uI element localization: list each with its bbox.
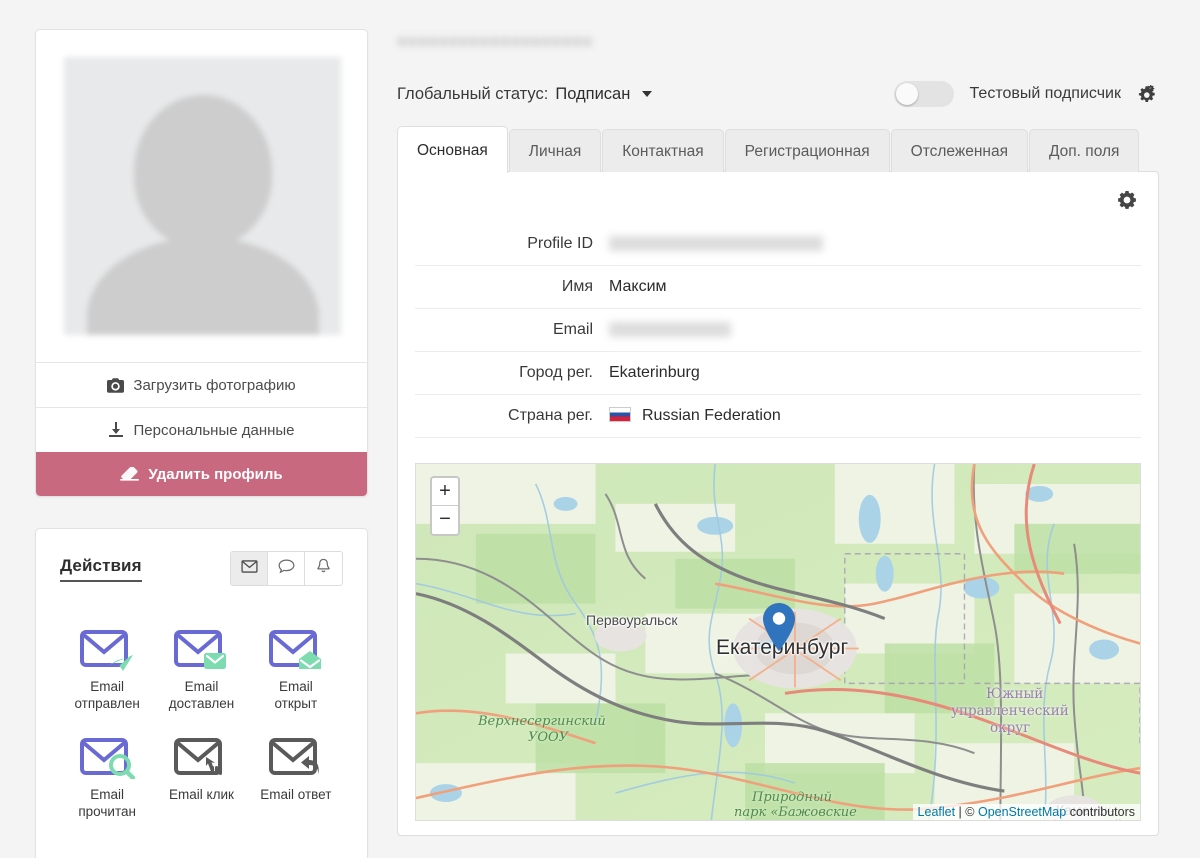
table-row: Страна рег. Russian Federation bbox=[415, 395, 1141, 438]
bell-icon bbox=[316, 558, 331, 579]
personal-data-label: Персональные данные bbox=[133, 422, 294, 439]
test-subscriber-toggle[interactable] bbox=[894, 81, 954, 107]
tab-bar: Основная Личная Контактная Регистрационн… bbox=[397, 125, 1159, 172]
field-label-name: Имя bbox=[415, 266, 601, 309]
tab-registration[interactable]: Регистрационная bbox=[725, 129, 890, 172]
field-label-country: Страна рег. bbox=[415, 395, 601, 438]
field-label-email: Email bbox=[415, 309, 601, 352]
left-sidebar: Загрузить фотографию Персональные данные bbox=[35, 29, 368, 858]
envelope-icon bbox=[241, 560, 258, 578]
personal-data-button[interactable]: Персональные данные bbox=[36, 407, 367, 452]
email-click-icon bbox=[154, 732, 248, 782]
ru-flag-icon bbox=[609, 407, 631, 422]
eraser-icon bbox=[120, 467, 139, 481]
tab-tracked[interactable]: Отслеженная bbox=[891, 129, 1028, 172]
field-value-city: Ekaterinburg bbox=[601, 352, 1141, 395]
toggle-knob bbox=[896, 83, 918, 105]
email-delivered-icon bbox=[154, 624, 248, 674]
tab-extra[interactable]: Доп. поля bbox=[1029, 129, 1139, 172]
table-row: Profile ID bbox=[415, 223, 1141, 266]
map-canvas bbox=[416, 464, 1140, 821]
action-email-reply[interactable]: Email ответ bbox=[249, 732, 343, 820]
redacted-value bbox=[609, 322, 731, 337]
channel-tab-push[interactable] bbox=[305, 552, 342, 585]
channel-tab-email[interactable] bbox=[231, 552, 268, 585]
action-email-click[interactable]: Email клик bbox=[154, 732, 248, 820]
profile-photo-card: Загрузить фотографию Персональные данные bbox=[35, 29, 368, 497]
profile-photo-placeholder bbox=[64, 57, 341, 335]
profile-fields-table: Profile ID Имя Максим Email Город ре bbox=[415, 223, 1141, 438]
leaflet-link[interactable]: Leaflet bbox=[918, 805, 956, 819]
map-zoom-in-button[interactable]: + bbox=[432, 478, 458, 506]
upload-photo-button[interactable]: Загрузить фотографию bbox=[36, 362, 367, 407]
speech-bubble-icon bbox=[278, 559, 295, 579]
test-subscriber-label: Тестовый подписчик bbox=[970, 85, 1121, 103]
panel-settings-button[interactable] bbox=[415, 188, 1141, 215]
delete-profile-button[interactable]: Удалить профиль bbox=[36, 452, 367, 496]
actions-card: Действия bbox=[35, 528, 368, 858]
status-bar: Глобальный статус: Подписан Тестовый под… bbox=[397, 80, 1159, 108]
field-value-country: Russian Federation bbox=[601, 395, 1141, 438]
field-value-name: Максим bbox=[601, 266, 1141, 309]
avatar-body-shape bbox=[87, 237, 319, 335]
openstreetmap-link[interactable]: OpenStreetMap bbox=[978, 805, 1066, 819]
camera-icon bbox=[107, 378, 124, 393]
channel-tab-group bbox=[230, 551, 343, 586]
table-row: Email bbox=[415, 309, 1141, 352]
status-bar-right: Тестовый подписчик bbox=[894, 81, 1159, 107]
cogs-icon[interactable] bbox=[1137, 85, 1159, 104]
field-value-email bbox=[601, 309, 1141, 352]
action-label-email-click: Email клик bbox=[154, 787, 248, 804]
main-content: ••••••••••••••••••• Глобальный статус: П… bbox=[397, 22, 1159, 837]
actions-title: Действия bbox=[60, 556, 142, 582]
page-title: ••••••••••••••••••• bbox=[397, 22, 650, 62]
map-zoom-controls: + − bbox=[430, 476, 460, 536]
actions-header: Действия bbox=[60, 551, 343, 586]
page-title-text: ••••••••••••••••••• bbox=[397, 22, 650, 62]
subscriber-profile-page: Загрузить фотографию Персональные данные bbox=[0, 0, 1200, 858]
upload-photo-label: Загрузить фотографию bbox=[133, 377, 295, 394]
action-label-email-read: Emailпрочитан bbox=[60, 787, 154, 820]
avatar bbox=[36, 30, 367, 335]
profile-action-buttons: Загрузить фотографию Персональные данные bbox=[36, 362, 367, 496]
tab-main[interactable]: Основная bbox=[397, 126, 508, 173]
tab-panel-main: Profile ID Имя Максим Email Город ре bbox=[397, 171, 1159, 836]
action-label-email-delivered: Emailдоставлен bbox=[154, 679, 248, 712]
attr-suffix: contributors bbox=[1066, 805, 1135, 819]
field-label-city: Город рег. bbox=[415, 352, 601, 395]
email-opened-icon bbox=[249, 624, 343, 674]
delete-profile-label: Удалить профиль bbox=[148, 466, 282, 483]
action-email-read[interactable]: Emailпрочитан bbox=[60, 732, 154, 820]
field-value-profile-id bbox=[601, 223, 1141, 266]
email-read-icon bbox=[60, 732, 154, 782]
action-label-email-opened: Emailоткрыт bbox=[249, 679, 343, 712]
email-sent-icon bbox=[60, 624, 154, 674]
download-icon bbox=[108, 422, 124, 438]
attr-separator: | © bbox=[955, 805, 978, 819]
action-label-email-sent: Emailотправлен bbox=[60, 679, 154, 712]
table-row: Имя Максим bbox=[415, 266, 1141, 309]
field-label-profile-id: Profile ID bbox=[415, 223, 601, 266]
country-name: Russian Federation bbox=[642, 407, 781, 424]
map-zoom-out-button[interactable]: − bbox=[432, 506, 458, 534]
global-status-label: Глобальный статус: bbox=[397, 85, 548, 104]
channel-tab-sms[interactable] bbox=[268, 552, 305, 585]
chevron-down-icon[interactable] bbox=[642, 91, 652, 97]
table-row: Город рег. Ekaterinburg bbox=[415, 352, 1141, 395]
global-status-value: Подписан bbox=[555, 85, 630, 104]
gear-icon bbox=[1117, 190, 1137, 215]
redacted-value bbox=[609, 236, 823, 251]
action-email-delivered[interactable]: Emailдоставлен bbox=[154, 624, 248, 712]
map-label-prirodny-3: места» bbox=[768, 820, 822, 821]
action-email-opened[interactable]: Emailоткрыт bbox=[249, 624, 343, 712]
email-reply-icon bbox=[249, 732, 343, 782]
action-email-sent[interactable]: Emailотправлен bbox=[60, 624, 154, 712]
action-label-email-reply: Email ответ bbox=[249, 787, 343, 804]
location-map[interactable]: Первоуральск Екатеринбург Верхнесергинск… bbox=[415, 463, 1141, 821]
map-attribution: Leaflet | © OpenStreetMap contributors bbox=[913, 804, 1140, 820]
tab-contact[interactable]: Контактная bbox=[602, 129, 723, 172]
avatar-head-shape bbox=[134, 95, 272, 247]
tab-personal[interactable]: Личная bbox=[509, 129, 601, 172]
action-grid: Emailотправлен Emailдоставлен bbox=[60, 624, 343, 821]
